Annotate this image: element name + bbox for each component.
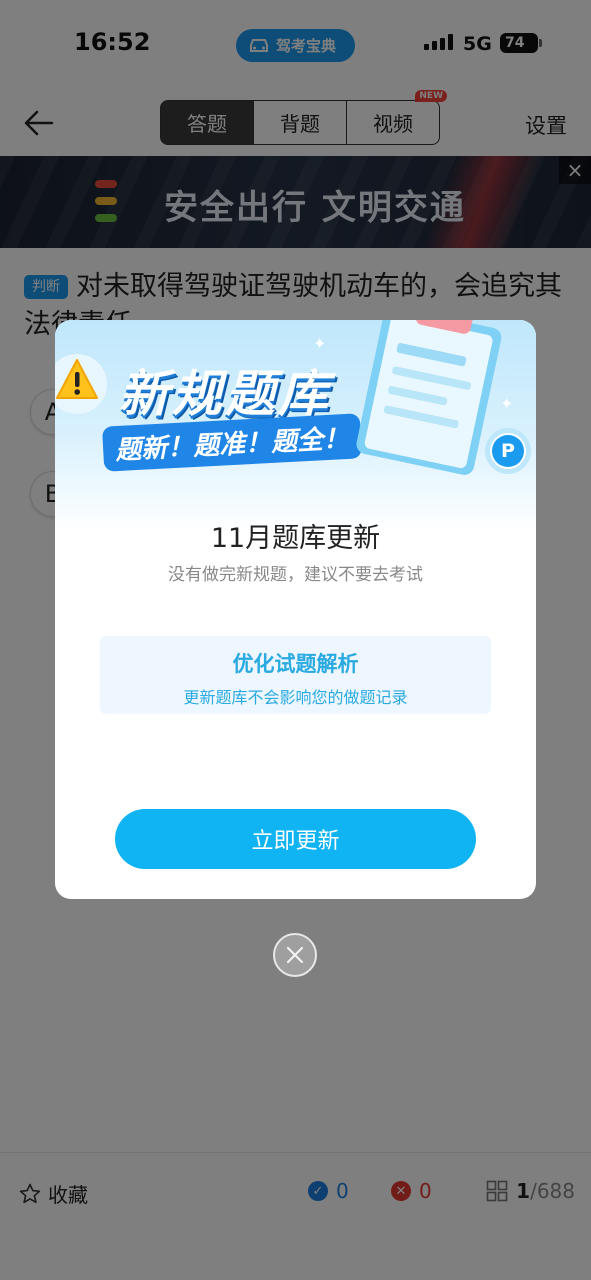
parking-badge-icon: P: [485, 428, 531, 474]
dialog-title: 11月题库更新: [210, 523, 381, 554]
info-box-title: 优化试题解析: [232, 652, 359, 676]
close-icon: [286, 946, 304, 964]
promo-title: 新规题库: [119, 365, 331, 423]
update-info-box: 优化试题解析 更新题库不会影响您的做题记录: [100, 636, 491, 714]
dialog-close-button[interactable]: [273, 933, 317, 977]
promo-header: 新规题库 题新！题准！题全！ ✦ ✦ P: [55, 320, 536, 530]
info-box-subtitle: 更新题库不会影响您的做题记录: [183, 688, 408, 707]
update-now-button[interactable]: 立即更新: [115, 809, 476, 869]
parking-letter: P: [492, 435, 524, 467]
warning-icon: [55, 354, 107, 414]
sparkle-icon: ✦: [313, 334, 327, 353]
dialog-subtitle: 没有做完新规题，建议不要去考试: [168, 565, 423, 585]
sparkle-icon: ✦: [500, 394, 514, 413]
update-dialog: 新规题库 题新！题准！题全！ ✦ ✦ P 11月题库更新 没有做完新规题，建议不…: [55, 320, 536, 899]
